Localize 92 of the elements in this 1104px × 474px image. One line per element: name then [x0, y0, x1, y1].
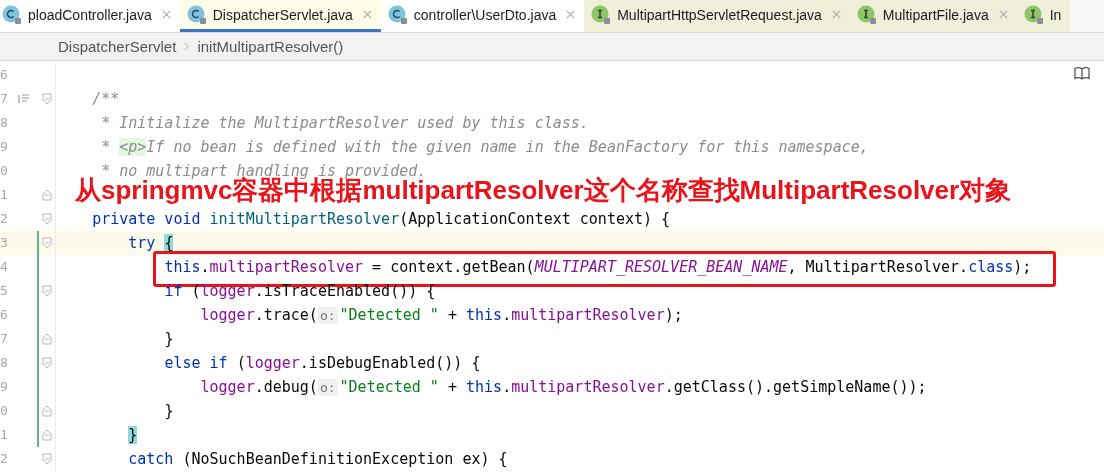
code-token: this — [466, 306, 503, 324]
code-token: If no bean is defined with the given name in the BeanFactory for this namespace, — [146, 138, 869, 156]
editor-tab[interactable]: ploadController.java — [0, 0, 180, 32]
code-token: multipartResolver — [209, 258, 364, 276]
list-icon[interactable] — [18, 94, 30, 104]
code-token: multipartResolver — [511, 378, 665, 396]
fold-icon[interactable] — [42, 213, 52, 225]
code-token: ( — [236, 354, 246, 372]
book-icon[interactable] — [1074, 66, 1090, 80]
line-number: 8 — [0, 115, 8, 130]
code-token: "Detected " — [339, 306, 439, 324]
code-token: if — [164, 282, 184, 300]
code-token: initMultipartResolver — [209, 210, 400, 228]
code-token: catch — [128, 450, 175, 468]
line-number: 6 — [0, 307, 8, 322]
breadcrumb-item[interactable]: DispatcherServlet — [58, 38, 177, 55]
code-token: logger — [200, 378, 255, 396]
line-number: 7 — [0, 91, 8, 106]
code-token: .getClass().getSimpleName()); — [664, 378, 927, 396]
code-token: .isDebugEnabled()) { — [299, 354, 481, 372]
line-number: 9 — [0, 379, 8, 394]
code-token: class — [968, 258, 1014, 276]
code-token: } — [164, 402, 174, 420]
fold-icon[interactable] — [42, 285, 52, 297]
line-number: 4 — [0, 259, 8, 274]
code-token: (ApplicationContext context) { — [399, 210, 671, 228]
code-token: (NoSuchBeanDefinitionException ex) { — [182, 450, 508, 468]
line-number: 0 — [0, 403, 8, 418]
code-token: } — [164, 330, 174, 348]
fold-icon[interactable] — [42, 333, 52, 345]
code-token: "Detected " — [339, 378, 439, 396]
code-token: + — [447, 306, 458, 324]
code-token: ); — [1013, 258, 1032, 276]
close-icon[interactable] — [566, 10, 576, 19]
fold-icon[interactable] — [42, 405, 52, 417]
parameter-hint: o: — [317, 379, 338, 396]
line-number: 6 — [0, 67, 8, 82]
editor-tab[interactable]: DispatcherServlet.java — [179, 0, 381, 32]
code-token: logger — [200, 306, 255, 324]
fold-icon[interactable] — [42, 357, 52, 369]
breadcrumb-item[interactable]: initMultipartResolver() — [197, 38, 344, 55]
code-token: <p> — [119, 138, 147, 156]
editor-tab[interactable]: controller\UserDto.java — [380, 0, 585, 32]
line-number: 0 — [0, 163, 8, 178]
code-token: this — [164, 258, 201, 276]
line-number: 1 — [0, 187, 8, 202]
fold-icon[interactable] — [42, 93, 52, 105]
chevron-icon — [184, 42, 190, 51]
code-token: multipartResolver — [511, 306, 665, 324]
code-token: MULTIPART_RESOLVER_BEAN_NAME — [534, 258, 788, 276]
code-token: . — [200, 258, 210, 276]
line-number: 1 — [0, 427, 8, 442]
brace-match: { — [164, 234, 174, 252]
code-token: else if — [164, 354, 229, 372]
line-number: 5 — [0, 283, 8, 298]
editor-tab[interactable]: MultipartFile.java — [849, 0, 1017, 32]
line-number: 3 — [0, 235, 8, 250]
fold-icon[interactable] — [42, 237, 52, 249]
close-icon[interactable] — [362, 10, 372, 19]
code-token: * — [101, 138, 112, 156]
close-icon[interactable] — [998, 10, 1008, 19]
line-number: 2 — [0, 211, 8, 226]
code-token: this — [466, 378, 503, 396]
code-token: try — [128, 234, 157, 252]
code-token: . — [502, 378, 512, 396]
close-icon[interactable] — [161, 10, 171, 19]
code-token: /** — [92, 90, 120, 108]
line-number: 8 — [0, 355, 8, 370]
close-icon[interactable] — [831, 10, 841, 19]
code-token: ); — [664, 306, 683, 324]
line-number: 7 — [0, 331, 8, 346]
fold-icon[interactable] — [42, 189, 52, 201]
fold-icon[interactable] — [42, 429, 52, 441]
code-token: logger — [245, 354, 300, 372]
code-token: , MultipartResolver. — [787, 258, 969, 276]
code-token: private void — [92, 210, 202, 228]
code-token: * Initialize the MultipartResolver used by this class. — [101, 114, 589, 132]
line-number: 2 — [0, 451, 8, 466]
fold-icon[interactable] — [42, 453, 52, 465]
editor-tab[interactable]: MultipartHttpServletRequest.java — [584, 0, 850, 32]
code-token: = context.getBean( — [372, 258, 535, 276]
code-token: .isTraceEnabled()) { — [254, 282, 436, 300]
line-number: 9 — [0, 139, 8, 154]
code-token: .trace( — [254, 306, 318, 324]
code-token: + — [447, 378, 458, 396]
parameter-hint: o: — [317, 307, 338, 324]
brace-match: } — [128, 426, 138, 444]
code-token: .debug( — [254, 378, 318, 396]
editor-tab[interactable]: In — [1016, 0, 1071, 32]
code-token: . — [502, 306, 512, 324]
code-token: ( — [191, 282, 201, 300]
code-token: logger — [200, 282, 255, 300]
